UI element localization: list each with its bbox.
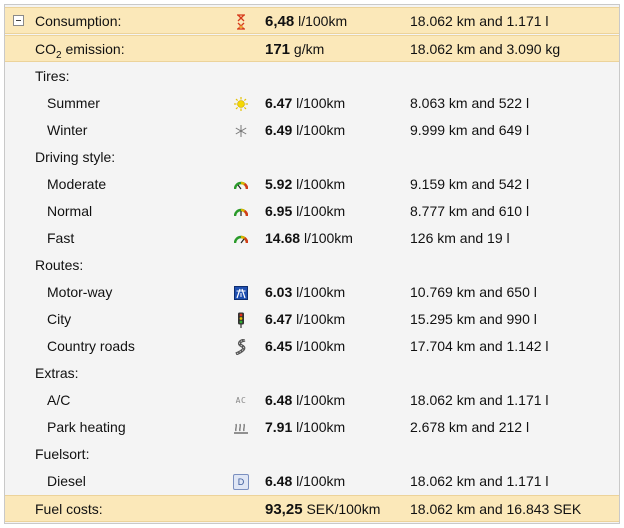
item-value: 5.92 (265, 176, 297, 192)
section-tires: Tires: (5, 63, 619, 90)
list-item: Normal 6.95 l/100km 8.777 km and 610 l (5, 198, 619, 225)
list-item: Park heating 7.91 l/100km 2.678 km and 2… (5, 414, 619, 441)
list-item: Fast 14.68 l/100km 126 km and 19 l (5, 225, 619, 252)
item-total: 9.999 km and 649 l (410, 122, 530, 138)
fuel-costs-value: 93,25 (265, 501, 303, 518)
item-label: City (47, 311, 72, 327)
item-total: 17.704 km and 1.142 l (410, 338, 549, 354)
list-item: City 6.47 l/100km 15.295 km and 990 l (5, 306, 619, 333)
item-value: 6.47 (265, 95, 297, 111)
list-item: Motor-way 6.03 l/100km 10.769 km and 650… (5, 279, 619, 306)
item-value: 6.49 (265, 122, 297, 138)
co2-value: 171 (265, 41, 291, 58)
sun-icon (233, 90, 249, 117)
item-label: Diesel (47, 473, 86, 489)
fuel-costs-label: Fuel costs: (35, 501, 103, 517)
fuel-costs-row: Fuel costs: 93,25 SEK/100km 18.062 km an… (5, 495, 619, 522)
item-label: Park heating (47, 419, 126, 435)
item-unit: l/100km (296, 122, 346, 138)
section-routes: Routes: (5, 252, 619, 279)
fuel-costs-total: 18.062 km and 16.843 SEK (410, 501, 582, 517)
diesel-icon: D (233, 468, 249, 495)
item-value: 6.03 (265, 284, 297, 300)
item-unit: l/100km (296, 284, 346, 300)
item-label: Fast (47, 230, 75, 246)
list-item: Country roads 6.45 l/100km 17.704 km and… (5, 333, 619, 360)
section-title: Driving style: (35, 149, 116, 165)
item-total: 15.295 km and 990 l (410, 311, 537, 327)
fuel-costs-unit: SEK/100km (306, 501, 381, 517)
item-unit: l/100km (296, 338, 346, 354)
section-driving-style: Driving style: (5, 144, 619, 171)
item-label: Summer (47, 95, 100, 111)
snowflake-icon (233, 117, 249, 144)
winding-road-icon (233, 333, 249, 360)
gauge-icon (233, 198, 249, 225)
item-value: 14.68 (265, 230, 304, 246)
item-unit: l/100km (303, 230, 353, 246)
item-unit: l/100km (296, 311, 346, 327)
item-total: 8.777 km and 610 l (410, 203, 530, 219)
section-title: Fuelsort: (35, 446, 90, 462)
item-total: 18.062 km and 1.171 l (410, 473, 549, 489)
co2-unit: g/km (293, 41, 325, 57)
item-value: 6.95 (265, 203, 297, 219)
item-value: 6.48 (265, 473, 297, 489)
item-unit: l/100km (296, 419, 346, 435)
gauge-icon (233, 171, 249, 198)
item-value: 6.47 (265, 311, 297, 327)
section-fuelsort: Fuelsort: (5, 441, 619, 468)
heating-icon (233, 414, 249, 441)
section-extras: Extras: (5, 360, 619, 387)
list-item: Winter 6.49 l/100km 9.999 km and 649 l (5, 117, 619, 144)
item-unit: l/100km (296, 176, 346, 192)
section-title: Tires: (35, 68, 70, 84)
item-unit: l/100km (296, 95, 346, 111)
motorway-sign-icon (233, 279, 249, 306)
consumption-total: 18.062 km and 1.171 l (410, 13, 549, 29)
item-unit: l/100km (296, 203, 346, 219)
co2-total: 18.062 km and 3.090 kg (410, 41, 561, 57)
item-total: 8.063 km and 522 l (410, 95, 530, 111)
consumption-label: Consumption: (35, 13, 122, 29)
gauge-icon (233, 225, 249, 252)
traffic-light-icon (233, 306, 249, 333)
co2-row: CO2 emission: 171 g/km 18.062 km and 3.0… (5, 35, 619, 62)
item-label: Moderate (47, 176, 107, 192)
item-label: Motor-way (47, 284, 113, 300)
item-value: 7.91 (265, 419, 297, 435)
list-item: Summer 6.47 l/100km 8.063 km and 522 l (5, 90, 619, 117)
item-total: 126 km and 19 l (410, 230, 510, 246)
section-title: Routes: (35, 257, 84, 273)
item-unit: l/100km (296, 392, 346, 408)
item-value: 6.45 (265, 338, 297, 354)
fuel-statistics-table: Consumption: 6,48 l/100km 18.062 km and … (4, 4, 620, 524)
item-label: Normal (47, 203, 93, 219)
item-total: 18.062 km and 1.171 l (410, 392, 549, 408)
co2-label: CO2 emission: (35, 41, 125, 61)
item-label: Winter (47, 122, 88, 138)
list-item: A/C AC 6.48 l/100km 18.062 km and 1.171 … (5, 387, 619, 414)
list-item: Moderate 5.92 l/100km 9.159 km and 542 l (5, 171, 619, 198)
consumption-row: Consumption: 6,48 l/100km 18.062 km and … (5, 7, 619, 34)
hourglass-icon (233, 8, 249, 35)
section-title: Extras: (35, 365, 79, 381)
item-total: 9.159 km and 542 l (410, 176, 530, 192)
item-total: 2.678 km and 212 l (410, 419, 530, 435)
consumption-unit: l/100km (298, 13, 348, 29)
ac-icon: AC (235, 396, 247, 405)
item-label: A/C (47, 392, 71, 408)
list-item: Diesel D 6.48 l/100km 18.062 km and 1.17… (5, 468, 619, 495)
item-label: Country roads (47, 338, 135, 354)
item-value: 6.48 (265, 392, 297, 408)
consumption-value: 6,48 (265, 13, 295, 30)
item-total: 10.769 km and 650 l (410, 284, 537, 300)
item-unit: l/100km (296, 473, 346, 489)
collapse-toggle[interactable] (13, 15, 24, 26)
